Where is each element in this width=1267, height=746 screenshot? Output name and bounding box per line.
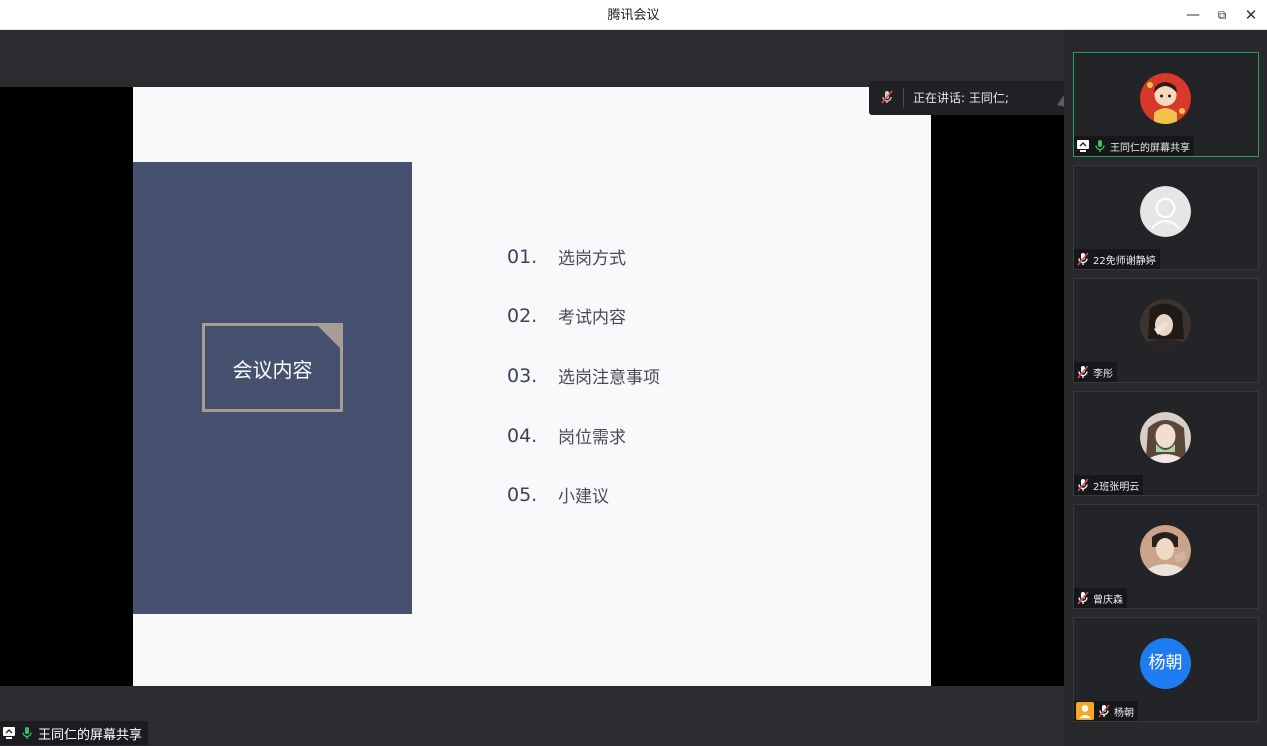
participant-tile[interactable]: 李彤 [1073, 278, 1259, 383]
screen-share-icon [3, 727, 15, 739]
cartoon-avatar-icon [1140, 73, 1191, 124]
agenda-text: 选岗方式 [558, 249, 626, 269]
participant-name: 22免师谢静婷 [1093, 255, 1156, 267]
screen-share-icon [1077, 140, 1089, 152]
agenda-number: 02. [507, 305, 538, 327]
avatar-initials: 杨朝 [1140, 638, 1191, 689]
main-stage: 会议内容 01. 选岗方式 02. 考试内容 03. 选岗注意事项 04. 岗位… [0, 30, 1064, 746]
participant-name: 李彤 [1093, 368, 1113, 380]
agenda-text: 选岗注意事项 [558, 368, 660, 388]
presentation-slide: 会议内容 01. 选岗方式 02. 考试内容 03. 选岗注意事项 04. 岗位… [133, 87, 931, 686]
mic-muted-icon [1077, 252, 1089, 266]
mic-muted-icon [881, 90, 893, 104]
screen-share-label: 王同仁的屏幕共享 [38, 727, 143, 743]
speaking-label: 正在讲话: 王同仁; [913, 91, 1009, 105]
avatar: 杨朝 [1140, 638, 1191, 689]
slide-side-block: 会议内容 [133, 162, 412, 614]
divider [903, 88, 904, 108]
agenda-number: 05. [507, 484, 538, 506]
photo-avatar-icon [1140, 299, 1191, 350]
mic-muted-icon [1077, 365, 1089, 379]
participant-name: 曾庆森 [1093, 594, 1123, 606]
avatar [1140, 299, 1191, 350]
participant-name: 王同仁的屏幕共享 [1110, 142, 1190, 154]
participant-tile[interactable]: 22免师谢静婷 [1073, 165, 1259, 270]
agenda-number: 04. [507, 425, 538, 447]
avatar [1140, 412, 1191, 463]
minimize-button[interactable]: — [1178, 0, 1208, 30]
participant-tile[interactable]: 王同仁的屏幕共享 [1073, 52, 1259, 157]
mic-muted-icon [1077, 478, 1089, 492]
participant-tile[interactable]: 2班张明云 [1073, 391, 1259, 496]
screen-share-tag: 王同仁的屏幕共享 [0, 721, 149, 745]
window-title: 腾讯会议 [607, 8, 660, 23]
agenda-text: 小建议 [558, 487, 609, 507]
close-button[interactable]: ✕ [1236, 0, 1266, 30]
participant-tile[interactable]: 杨朝 杨朝 [1073, 617, 1259, 722]
mic-on-icon [22, 727, 32, 739]
participant-name-tag: 王同仁的屏幕共享 [1074, 136, 1194, 156]
title-bar: 腾讯会议 — ⧉ ✕ [0, 0, 1267, 30]
photo-avatar-icon [1140, 525, 1191, 576]
participant-name-tag: 李彤 [1074, 362, 1117, 382]
restore-button[interactable]: ⧉ [1207, 0, 1237, 30]
slide-title-frame: 会议内容 [202, 323, 343, 412]
agenda-number: 03. [507, 365, 538, 387]
default-avatar-icon [1140, 186, 1191, 237]
photo-avatar-icon [1140, 412, 1191, 463]
mic-muted-icon [1077, 591, 1089, 605]
agenda-number: 01. [507, 246, 538, 268]
participant-name-tag: 2班张明云 [1074, 475, 1144, 495]
participant-name-tag: 杨朝 [1074, 701, 1138, 721]
shared-screen[interactable]: 会议内容 01. 选岗方式 02. 考试内容 03. 选岗注意事项 04. 岗位… [0, 87, 1064, 686]
participant-name: 2班张明云 [1093, 481, 1140, 493]
mic-on-icon [1095, 140, 1105, 152]
mic-muted-icon [1098, 704, 1110, 718]
participant-name: 杨朝 [1114, 707, 1134, 719]
avatar [1140, 186, 1191, 237]
participant-sidebar: 王同仁的屏幕共享 22免师谢静婷 李彤 2班张明云 曾庆森 杨朝 杨朝 [1064, 30, 1267, 746]
frame-corner-decoration [318, 326, 340, 348]
participant-name-tag: 22免师谢静婷 [1074, 249, 1160, 269]
avatar [1140, 73, 1191, 124]
participant-tile[interactable]: 曾庆森 [1073, 504, 1259, 609]
agenda-text: 考试内容 [558, 308, 626, 328]
avatar [1140, 525, 1191, 576]
agenda-text: 岗位需求 [558, 428, 626, 448]
host-icon [1076, 702, 1094, 720]
participant-name-tag: 曾庆森 [1074, 588, 1127, 608]
slide-title: 会议内容 [232, 358, 313, 382]
